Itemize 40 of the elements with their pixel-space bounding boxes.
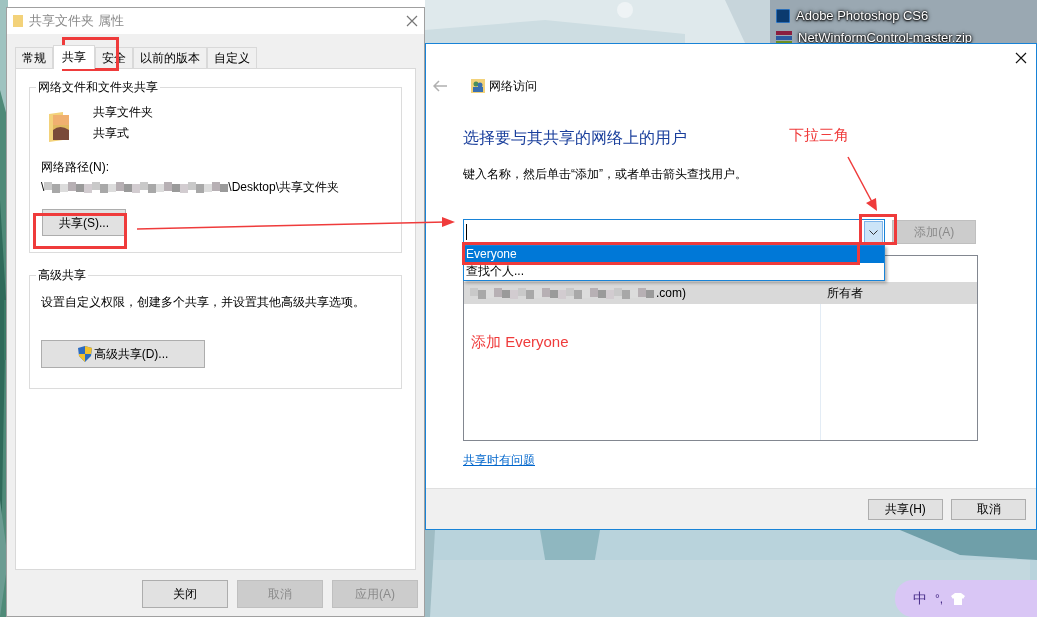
dialog-button[interactable]: 共享(H) (868, 498, 943, 520)
dialog-button[interactable]: 关闭 (142, 580, 228, 608)
tab[interactable]: 常规 (15, 47, 53, 68)
share-status: 共享式 (93, 125, 130, 141)
annotation-text: 下拉三角 (789, 125, 849, 145)
app-icon[interactable] (776, 9, 790, 23)
path-start: \ (41, 179, 45, 195)
permission-level: 所有者 (826, 285, 863, 302)
chevron-down-icon (869, 229, 879, 235)
user-name: .com) (656, 285, 686, 302)
users-icon (471, 79, 485, 93)
tab[interactable]: 共享 (53, 45, 95, 69)
text-cursor (466, 224, 467, 240)
annotation-arrow (847, 156, 877, 211)
window-title: 共享文件夹 属性 (29, 12, 124, 31)
ime-toolbar[interactable]: 中 °, (895, 580, 1037, 617)
input-mode[interactable]: 中 (913, 588, 927, 609)
close-icon[interactable] (1015, 52, 1027, 64)
page-heading: 选择要与其共享的网络上的用户 (463, 128, 687, 148)
folder-icon (13, 15, 23, 27)
tab[interactable]: 以前的版本 (133, 47, 207, 68)
dropdown-button[interactable] (864, 221, 884, 243)
dialog-button[interactable]: 取消 (951, 498, 1026, 520)
network-path: \Desktop\共享文件夹 (228, 179, 340, 195)
window-title: 网络访问 (489, 78, 537, 95)
back-arrow-icon[interactable] (433, 80, 447, 92)
tab[interactable]: 自定义 (207, 47, 257, 68)
group-heading: 高级共享 (36, 267, 88, 283)
folder-name: 共享文件夹 (93, 104, 153, 120)
shield-icon (77, 346, 92, 362)
user-row[interactable]: .com) 所有者 (464, 282, 977, 304)
group-heading: 网络文件和文件夹共享 (36, 79, 160, 95)
description: 设置自定义权限，创建多个共享，并设置其他高级共享选项。 (41, 294, 366, 310)
punctuation-mode[interactable]: °, (935, 589, 944, 608)
annotation-text: 添加 Everyone (471, 332, 569, 352)
help-link[interactable]: 共享时有问题 (463, 451, 535, 469)
instruction-text: 键入名称，然后单击“添加”，或者单击箭头查找用户。 (463, 166, 747, 182)
folder-icon (48, 112, 70, 142)
path-label: 网络路径(N): (41, 159, 110, 175)
advanced-sharing-button[interactable]: 高级共享(D)... (41, 340, 205, 368)
